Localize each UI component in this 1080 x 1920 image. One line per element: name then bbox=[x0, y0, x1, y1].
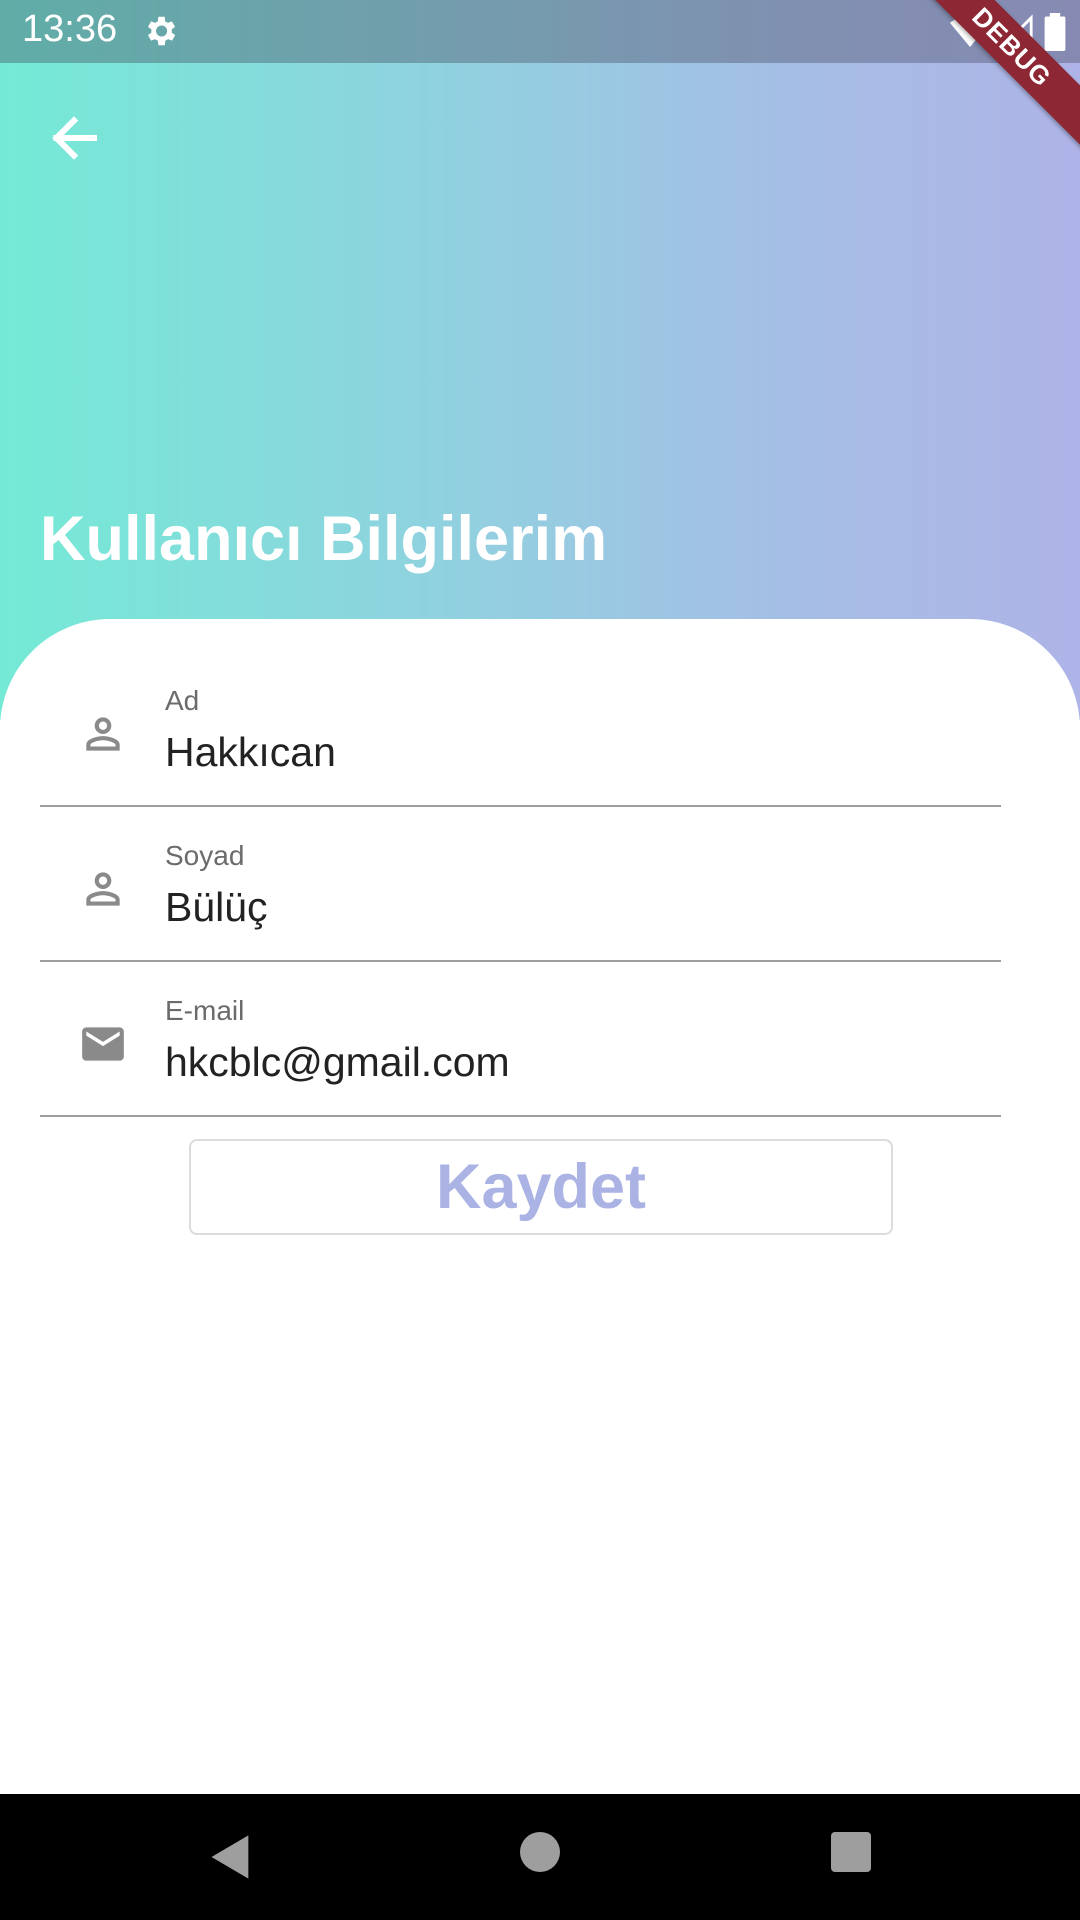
page-title: Kullanıcı Bilgilerim bbox=[40, 504, 608, 574]
last-name-label: Soyad bbox=[165, 840, 245, 871]
last-name-input[interactable]: Bülüç bbox=[165, 884, 268, 931]
nav-recents-icon[interactable] bbox=[831, 1832, 871, 1872]
header-background bbox=[0, 0, 1080, 720]
person-outline-icon bbox=[86, 872, 120, 906]
last-name-field[interactable]: Soyad Bülüç bbox=[40, 812, 1001, 962]
gear-icon bbox=[147, 16, 176, 46]
nav-back-icon[interactable] bbox=[205, 1831, 257, 1883]
first-name-input[interactable]: Hakkıcan bbox=[165, 729, 336, 776]
arrow-left-icon[interactable] bbox=[44, 108, 104, 168]
email-input[interactable]: hkcblc@gmail.com bbox=[165, 1039, 510, 1086]
status-bar: 13:36 bbox=[0, 0, 1080, 63]
email-label: E-mail bbox=[165, 995, 245, 1026]
mail-icon bbox=[82, 1027, 124, 1061]
nav-home-icon[interactable] bbox=[520, 1832, 560, 1872]
email-field[interactable]: E-mail hkcblc@gmail.com bbox=[40, 967, 1001, 1117]
status-time: 13:36 bbox=[22, 8, 118, 50]
battery-icon bbox=[1044, 13, 1066, 51]
system-nav-bar bbox=[0, 1794, 1080, 1920]
person-outline-icon bbox=[86, 717, 120, 751]
first-name-label: Ad bbox=[165, 685, 200, 716]
first-name-field[interactable]: Ad Hakkıcan bbox=[40, 657, 1001, 807]
save-button[interactable]: Kaydet bbox=[189, 1139, 893, 1235]
